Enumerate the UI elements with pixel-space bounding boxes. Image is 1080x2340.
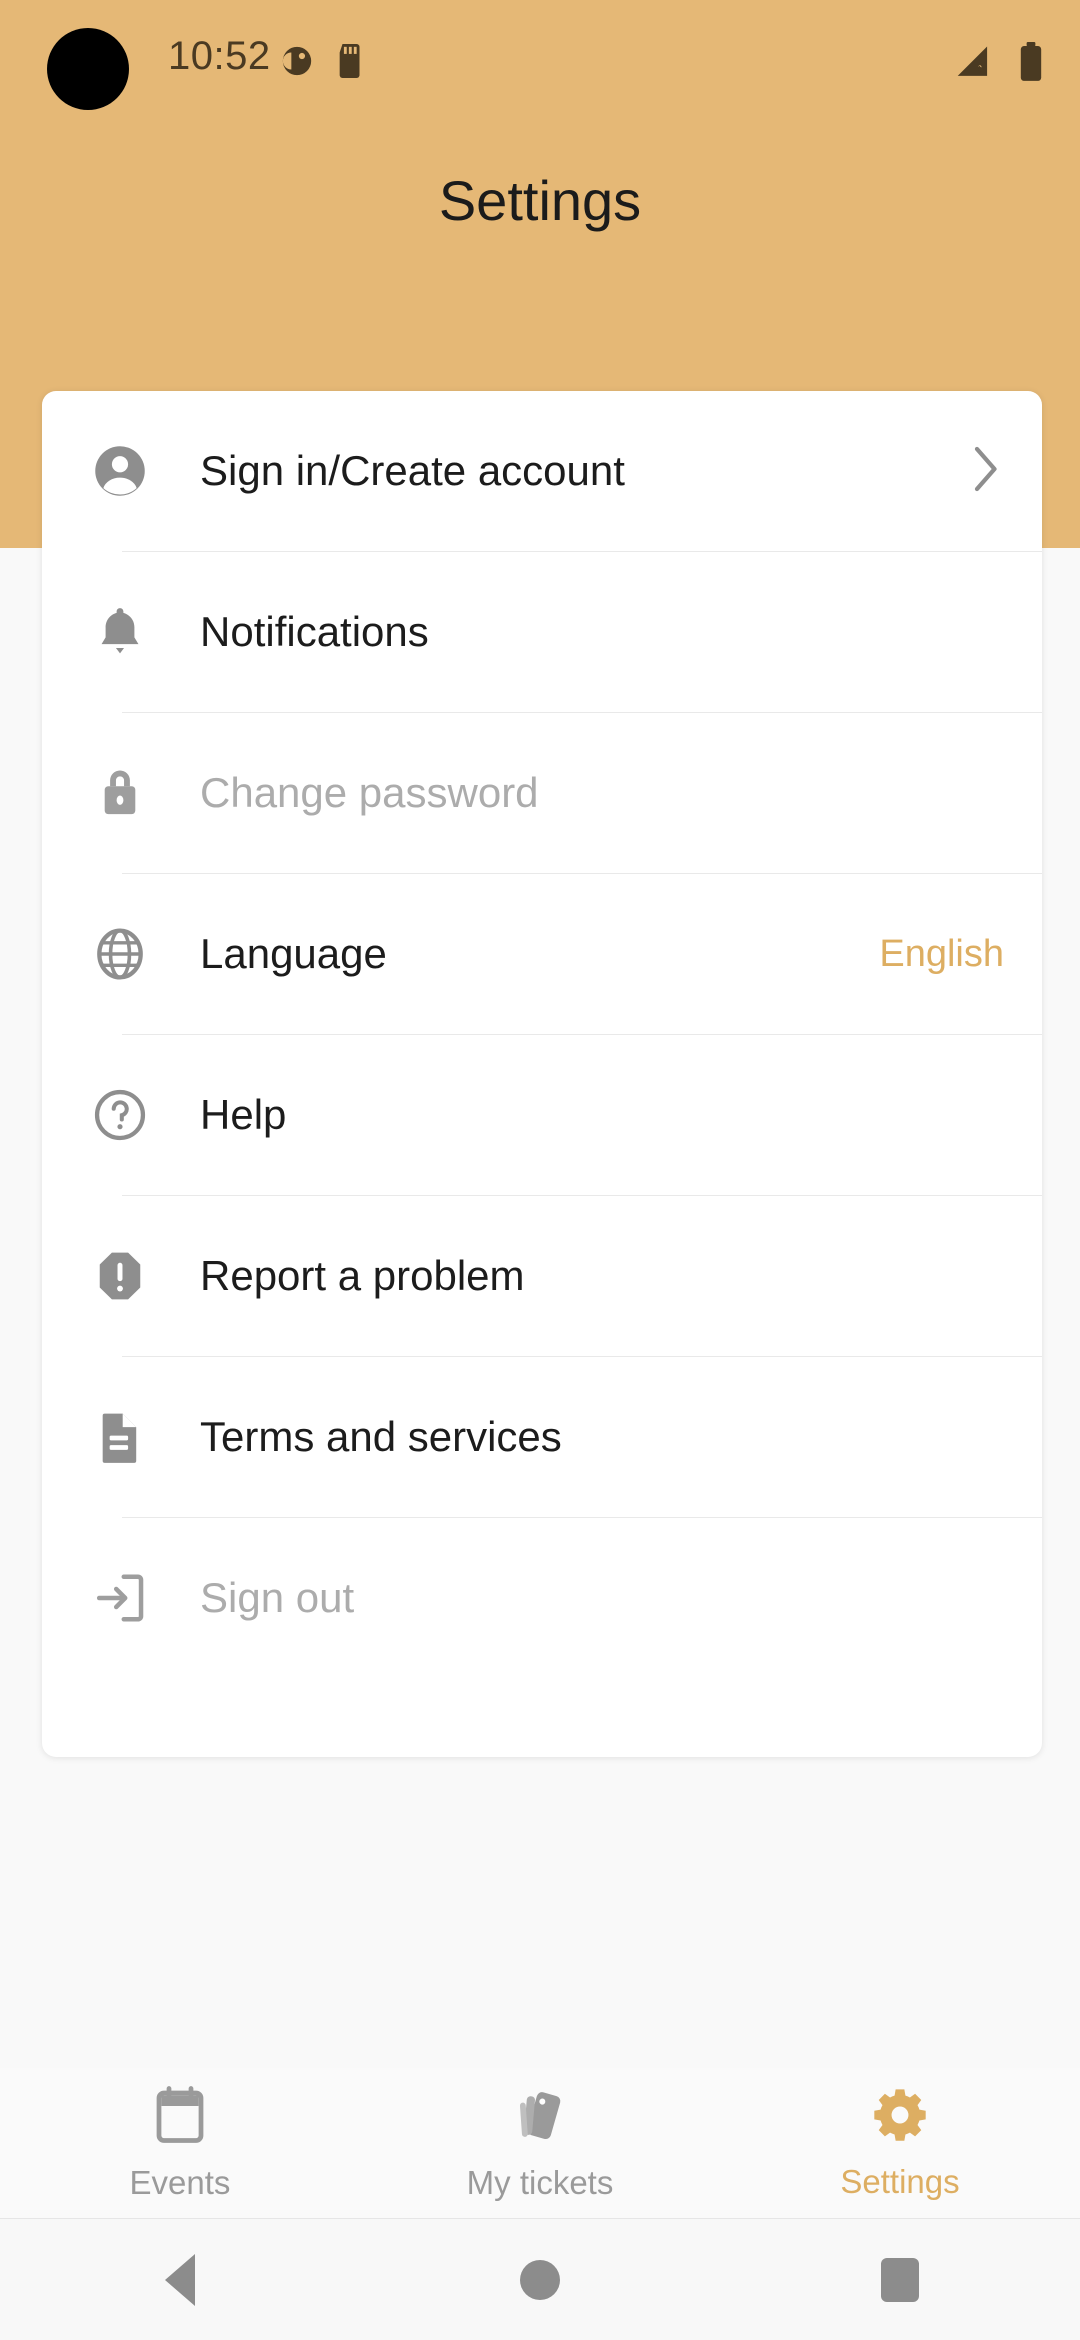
bottom-tab-bar: Events My tickets Settings: [0, 2068, 1080, 2218]
tab-settings[interactable]: Settings: [720, 2068, 1080, 2218]
back-button[interactable]: [0, 2253, 360, 2306]
settings-row-label: Sign in/Create account: [200, 447, 625, 494]
language-value: English: [879, 932, 1004, 975]
settings-row-label: Terms and services: [200, 1413, 562, 1460]
tab-label: My tickets: [466, 2163, 614, 2201]
camera-cutout: [47, 28, 129, 110]
lock-icon: [84, 766, 156, 820]
logout-icon: [84, 1572, 156, 1624]
settings-row-label: Help: [200, 1091, 287, 1138]
bell-icon: [84, 605, 156, 659]
settings-row-label: Notifications: [200, 608, 429, 655]
settings-row-notifications[interactable]: Notifications: [42, 552, 1042, 712]
gear-icon: [871, 2086, 929, 2149]
page-title: Settings: [438, 169, 642, 232]
home-button[interactable]: [360, 2259, 720, 2300]
tab-my-tickets[interactable]: My tickets: [360, 2068, 720, 2218]
home-circle-icon: [520, 2259, 560, 2300]
settings-row-sign-out[interactable]: Sign out: [42, 1518, 1042, 1678]
tickets-icon: [511, 2085, 569, 2150]
document-icon: [84, 1410, 156, 1464]
settings-row-label: Language: [200, 930, 387, 977]
signal-no-service-icon: [954, 43, 996, 86]
tab-label: Settings: [840, 2162, 960, 2200]
settings-row-terms-services[interactable]: Terms and services: [42, 1357, 1042, 1517]
settings-row-report-problem[interactable]: Report a problem: [42, 1196, 1042, 1356]
sd-card-icon: [336, 44, 366, 83]
alert-octagon-icon: [84, 1249, 156, 1303]
recents-button[interactable]: [720, 2257, 1080, 2302]
do-not-disturb-icon: [280, 44, 314, 83]
settings-row-language[interactable]: Language English: [42, 874, 1042, 1034]
globe-icon: [84, 927, 156, 981]
recents-square-icon: [881, 2257, 919, 2302]
settings-row-sign-in[interactable]: Sign in/Create account: [42, 391, 1042, 551]
settings-row-label: Report a problem: [200, 1252, 525, 1299]
settings-row-label: Sign out: [200, 1574, 355, 1621]
back-triangle-icon: [165, 2253, 195, 2306]
settings-row-help[interactable]: Help: [42, 1035, 1042, 1195]
phone-screen: 10:52 Settings Sign in/Create account No…: [0, 0, 1080, 2340]
account-circle-icon: [84, 444, 156, 498]
battery-full-icon: [1018, 42, 1044, 87]
android-navigation-bar: [0, 2218, 1080, 2340]
status-bar-clock: 10:52: [168, 34, 271, 78]
question-circle-icon: [84, 1088, 156, 1142]
status-bar: 10:52: [0, 0, 1080, 110]
calendar-icon: [152, 2085, 208, 2150]
tab-label: Events: [129, 2163, 231, 2201]
status-bar-left-icons: [280, 44, 366, 83]
settings-card: Sign in/Create account Notifications Cha…: [42, 391, 1042, 1757]
status-bar-right-icons: [954, 42, 1044, 87]
settings-row-label: Change password: [200, 769, 539, 816]
settings-row-change-password[interactable]: Change password: [42, 713, 1042, 873]
tab-events[interactable]: Events: [0, 2068, 360, 2218]
chevron-right-icon: [970, 444, 1004, 499]
